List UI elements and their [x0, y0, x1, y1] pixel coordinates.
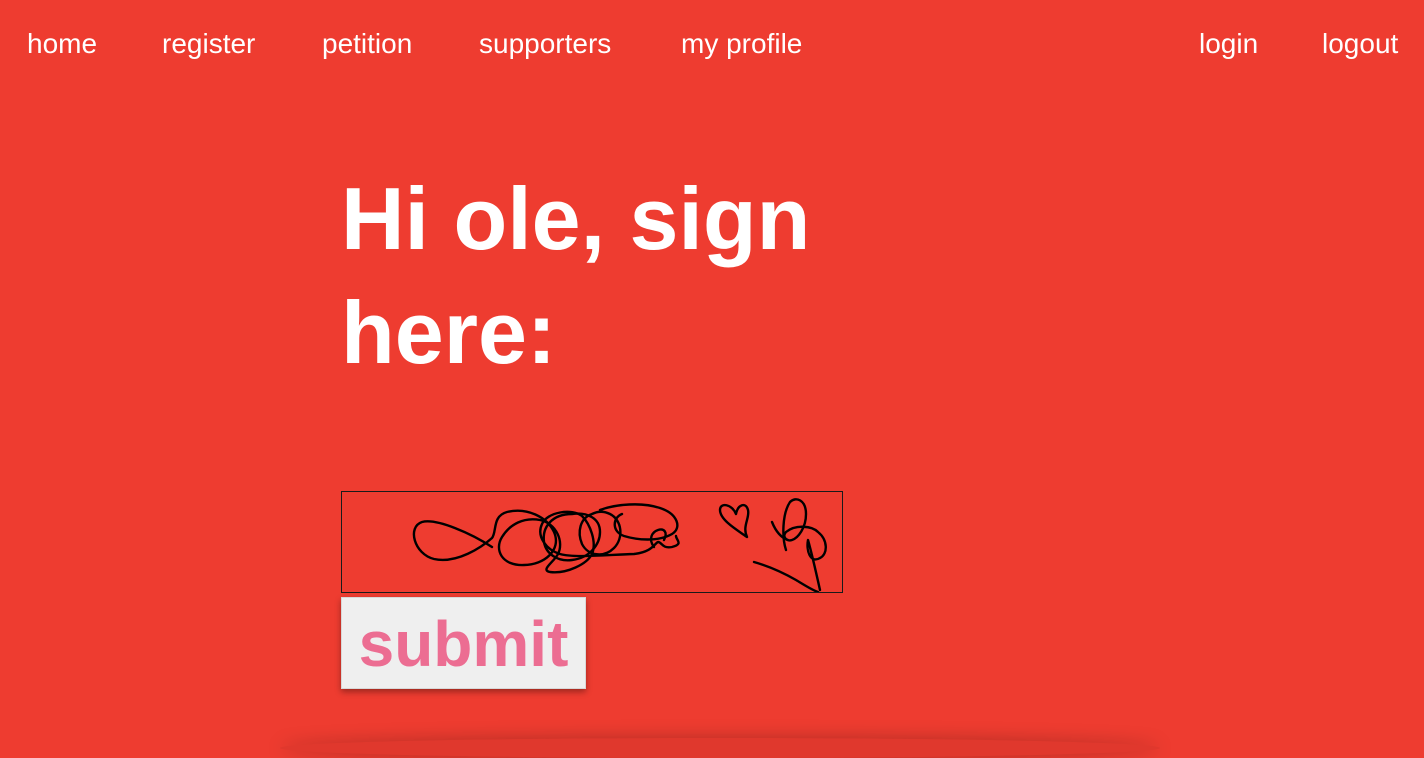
- nav-home-link[interactable]: home: [27, 28, 97, 60]
- signature-canvas[interactable]: [341, 491, 843, 593]
- nav-logout-link[interactable]: logout: [1322, 28, 1398, 60]
- signature-stroke: [718, 503, 750, 539]
- top-nav: home register petition supporters my pro…: [0, 0, 1424, 90]
- signature-stroke: [752, 560, 820, 592]
- nav-supporters-link[interactable]: supporters: [479, 28, 611, 60]
- page-heading: Hi ole, sign here:: [341, 169, 811, 382]
- submit-button[interactable]: submit: [341, 597, 586, 689]
- nav-register-link[interactable]: register: [162, 28, 255, 60]
- nav-my-profile-link[interactable]: my profile: [681, 28, 802, 60]
- nav-login-link[interactable]: login: [1199, 28, 1258, 60]
- nav-petition-link[interactable]: petition: [322, 28, 412, 60]
- signature-drawing: [412, 498, 827, 592]
- signature-stroke: [412, 509, 680, 574]
- content-shadow: [280, 738, 1160, 758]
